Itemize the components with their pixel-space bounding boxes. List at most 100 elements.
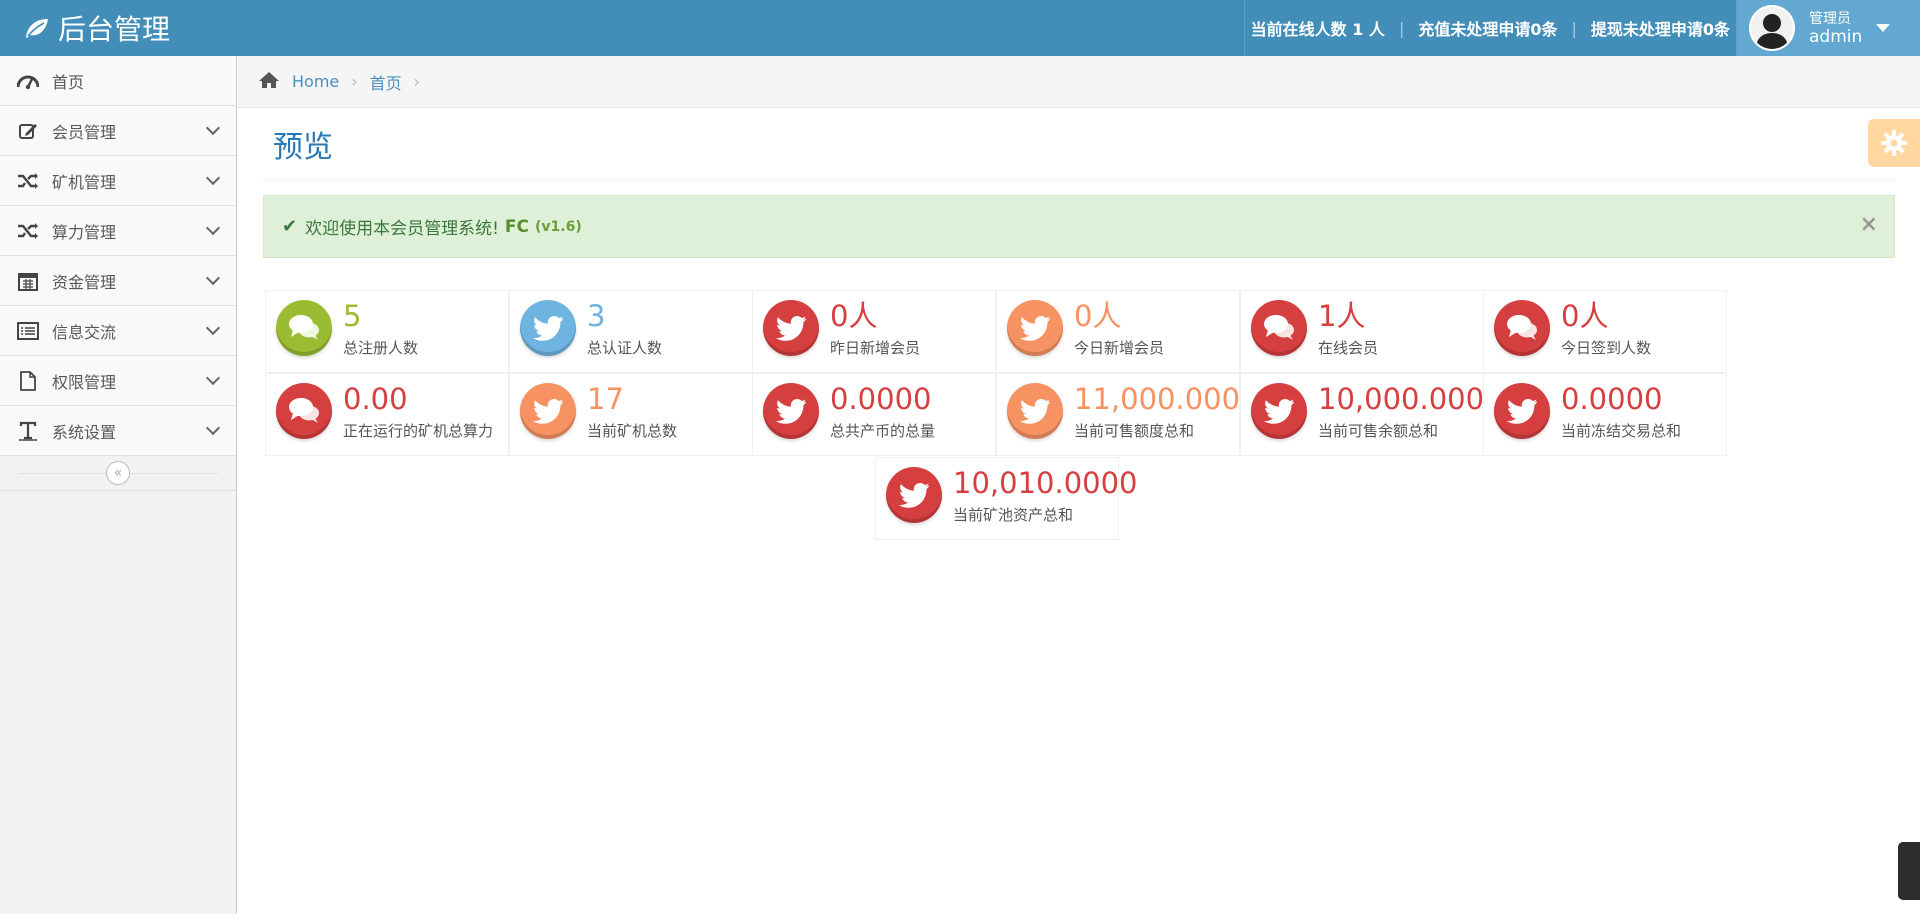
leaf-icon [26, 19, 48, 38]
sidebar-item-machines[interactable]: 矿机管理 [0, 156, 236, 206]
page-header: 预览 [263, 108, 1895, 180]
list-icon [16, 319, 40, 343]
top-navbar: 后台管理 当前在线人数 1 人 | 充值未处理申请0条 | 提现未处理申请0条 … [0, 0, 1920, 56]
comments-icon [276, 300, 332, 356]
page-title: 预览 [273, 129, 333, 165]
sidebar-item-messages[interactable]: 信息交流 [0, 306, 236, 356]
chevron-down-icon [205, 220, 221, 236]
infobox-value: 3 [587, 299, 606, 333]
avatar [1749, 5, 1795, 51]
sidebar-item-hashrate[interactable]: 算力管理 [0, 206, 236, 256]
infobox-value: 0人 [1561, 299, 1609, 333]
gear-icon [1881, 130, 1907, 156]
infobox: 17 当前矿机总数 [509, 373, 753, 456]
alert-version: (v1.6) [535, 218, 582, 235]
twitter-icon [1494, 383, 1550, 439]
sidebar-item-home[interactable]: 首页 [0, 56, 236, 106]
breadcrumb-divider: › [413, 72, 421, 91]
infobox: 0.0000 当前冻结交易总和 [1483, 373, 1727, 456]
infobox-label: 昨日新增会员 [830, 339, 921, 357]
infobox-label: 正在运行的矿机总算力 [343, 422, 494, 440]
infobox-value: 10,010.0000 [953, 466, 1138, 500]
chevron-down-icon [205, 120, 221, 136]
breadcrumb-divider: › [351, 72, 358, 91]
infobox-value: 1人 [1318, 299, 1366, 333]
online-count[interactable]: 当前在线人数 1 人 [1251, 16, 1385, 40]
twitter-icon [886, 467, 942, 523]
withdraw-pending[interactable]: 提现未处理申请0条 [1591, 16, 1730, 40]
infobox-value: 0.0000 [830, 382, 932, 416]
user-role: 管理员 [1809, 11, 1851, 27]
infobox-label: 总共产币的总量 [830, 422, 936, 440]
infobox-label: 当前可售余额总和 [1318, 422, 1439, 440]
twitter-icon [520, 383, 576, 439]
infobox: 10,010.0000 当前矿池资产总和 [875, 457, 1138, 540]
breadcrumb-home[interactable]: Home [292, 72, 339, 91]
file-icon [16, 369, 40, 393]
caret-down-icon [1876, 24, 1891, 32]
sidebar-collapse-row: « [0, 456, 236, 491]
infobox-value: 17 [587, 382, 624, 416]
separator: | [1571, 18, 1577, 38]
shuffle-icon [16, 219, 40, 243]
stats-strip: 当前在线人数 1 人 | 充值未处理申请0条 | 提现未处理申请0条 [1243, 0, 1736, 56]
infobox: 10,000.0000 当前可售余额总和 [1240, 373, 1503, 456]
chevron-down-icon [205, 170, 221, 186]
infobox-label: 今日签到人数 [1561, 339, 1652, 357]
infobox-value: 0.0000 [1561, 382, 1663, 416]
infobox-label: 当前可售额度总和 [1074, 422, 1195, 440]
sidebar-item-members[interactable]: 会员管理 [0, 106, 236, 156]
infobox-label: 今日新增会员 [1074, 339, 1165, 357]
comments-icon [1251, 300, 1307, 356]
user-menu[interactable]: 管理员 admin [1736, 0, 1920, 56]
infobox: 3 总认证人数 [509, 290, 753, 373]
infobox: 5 总注册人数 [265, 290, 509, 373]
brand[interactable]: 后台管理 [24, 0, 170, 56]
twitter-icon [1251, 383, 1307, 439]
sidebar-item-label: 系统设置 [52, 422, 117, 442]
edit-icon [16, 119, 40, 143]
twitter-icon [520, 300, 576, 356]
sidebar: 首页 会员管理 矿机管理 算力管理 资金管理 信息交流 权限管理 系统设置 « [0, 56, 237, 914]
infobox: 0人今日签到人数 [1483, 290, 1727, 373]
infobox-label: 当前矿机总数 [587, 422, 678, 440]
infobox-value: 0.00 [343, 382, 408, 416]
text-icon [16, 419, 40, 443]
infobox-value: 0人 [830, 299, 878, 333]
sidebar-item-permissions[interactable]: 权限管理 [0, 356, 236, 406]
breadcrumb-current[interactable]: 首页 [370, 70, 402, 94]
sidebar-item-settings[interactable]: 系统设置 [0, 406, 236, 456]
shuffle-icon [16, 169, 40, 193]
user-name: admin [1809, 27, 1863, 47]
twitter-icon [1007, 383, 1063, 439]
sidebar-item-label: 首页 [52, 72, 85, 92]
twitter-icon [1007, 300, 1063, 356]
settings-gear-button[interactable] [1868, 119, 1920, 167]
infobox-value: 10,000.0000 [1318, 382, 1503, 416]
user-silhouette-icon [1756, 14, 1788, 49]
infobox-label: 当前矿池资产总和 [953, 506, 1074, 524]
infobox: 0人昨日新增会员 [752, 290, 996, 373]
separator: | [1398, 18, 1405, 38]
sidebar-item-label: 权限管理 [52, 372, 117, 392]
double-angle-left-icon[interactable]: « [106, 461, 130, 485]
sidebar-item-label: 算力管理 [52, 222, 117, 242]
home-icon [258, 71, 280, 93]
calendar-icon [16, 269, 40, 293]
sidebar-item-label: 信息交流 [52, 322, 117, 342]
infobox: 0.0000 总共产币的总量 [752, 373, 996, 456]
comments-icon [1494, 300, 1550, 356]
alert-text: 欢迎使用本会员管理系统! [305, 219, 499, 239]
sidebar-item-funds[interactable]: 资金管理 [0, 256, 236, 306]
close-icon[interactable]: × [1860, 212, 1878, 237]
recharge-pending[interactable]: 充值未处理申请0条 [1418, 16, 1557, 40]
infobox: 1人 在线会员 [1240, 290, 1484, 373]
twitter-icon [763, 383, 819, 439]
side-tab[interactable] [1898, 842, 1920, 900]
infobox-label: 总注册人数 [343, 339, 419, 357]
sidebar-item-label: 矿机管理 [52, 172, 117, 192]
infobox-label: 当前冻结交易总和 [1561, 422, 1682, 440]
chevron-down-icon [205, 370, 221, 386]
brand-title: 后台管理 [58, 13, 171, 46]
sidebar-item-label: 资金管理 [52, 272, 117, 292]
